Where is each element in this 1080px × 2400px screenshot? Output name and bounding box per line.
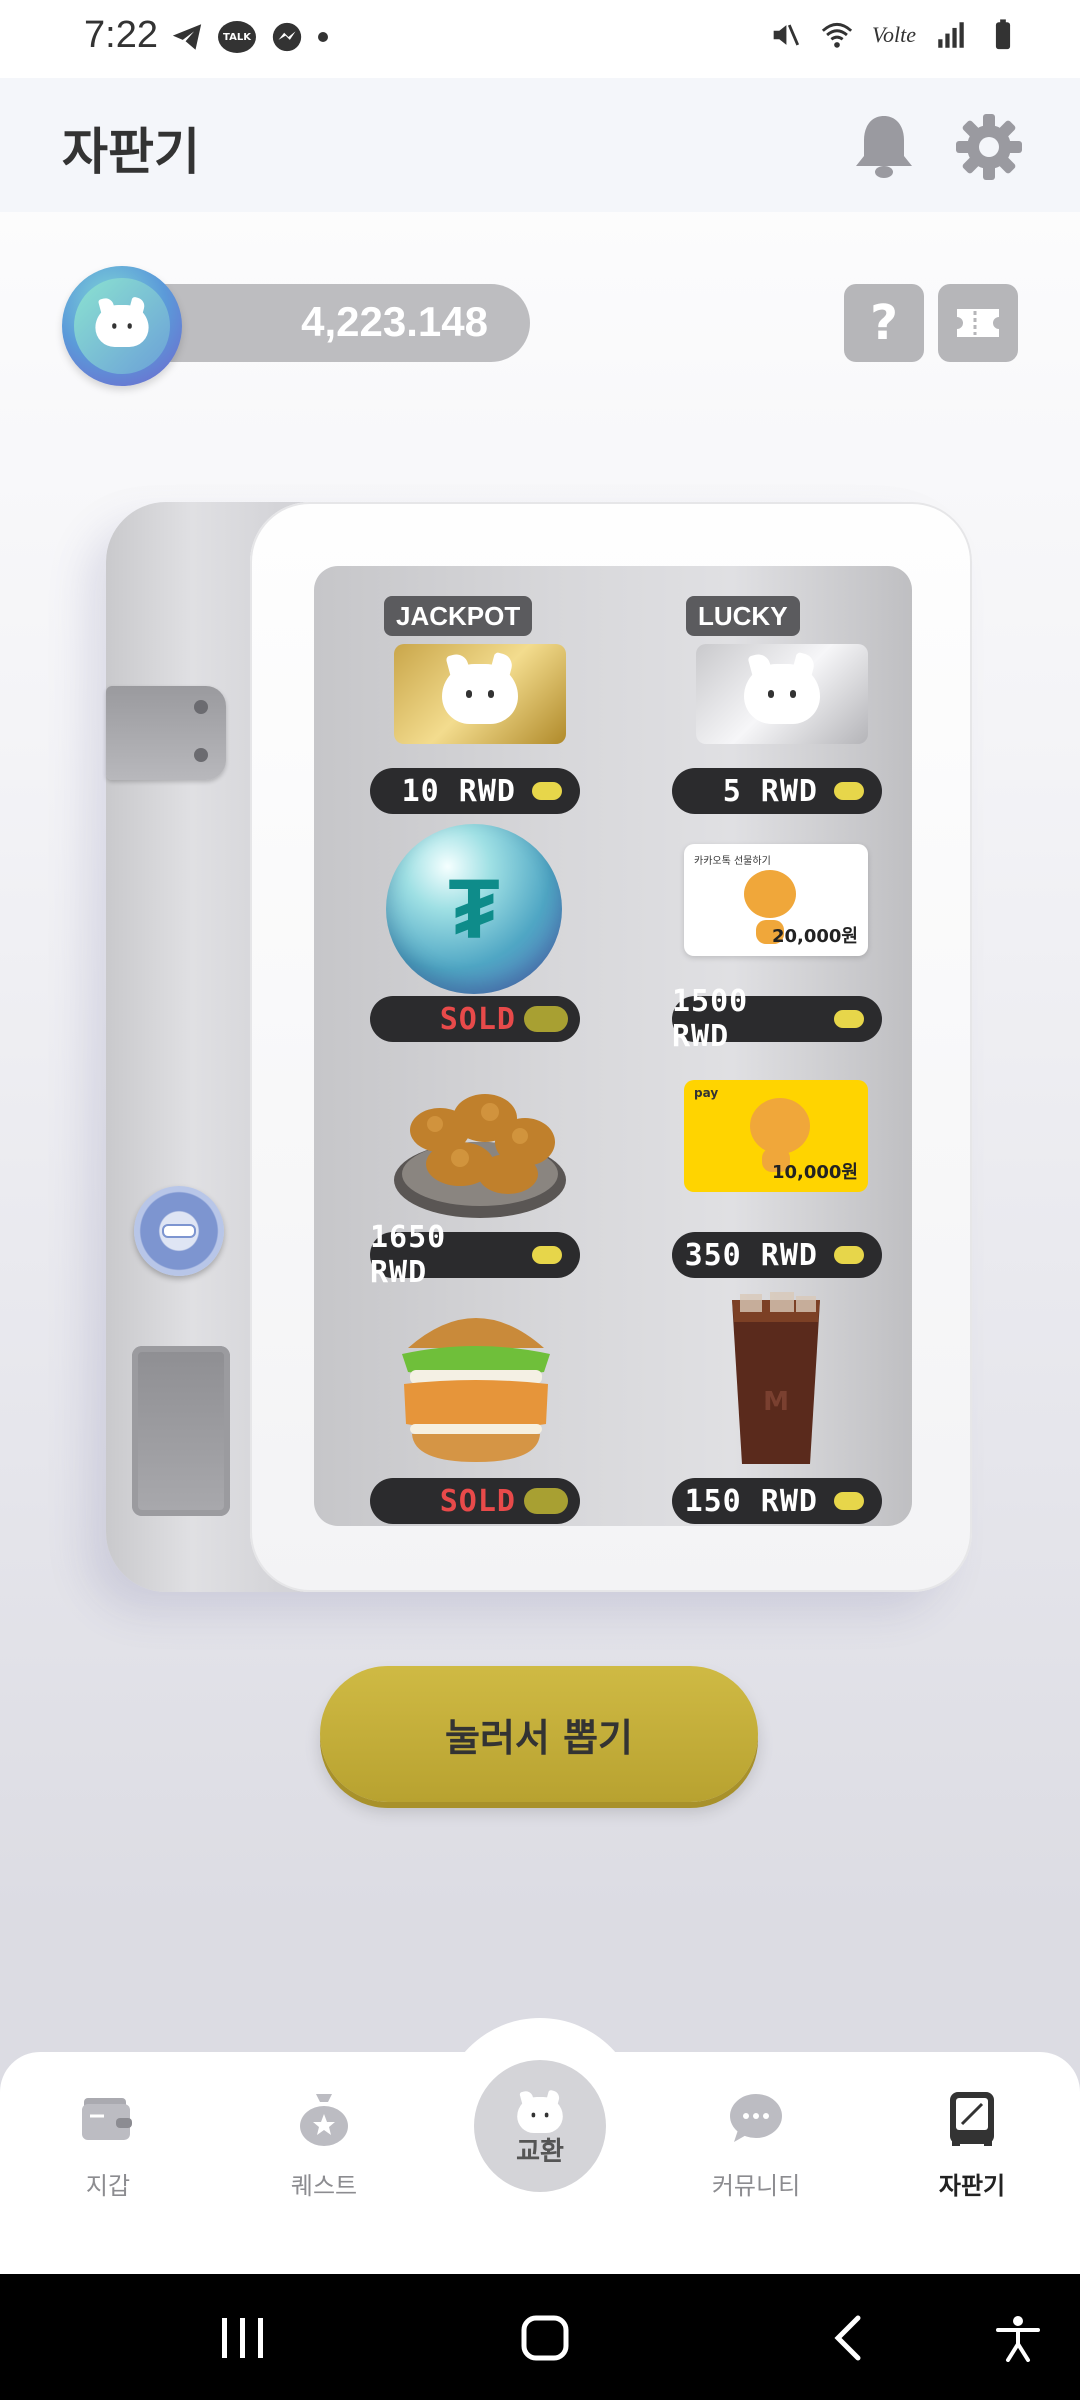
sold-label: SOLD (370, 996, 580, 1042)
wallet-icon (82, 2098, 132, 2140)
telegram-icon (172, 24, 202, 50)
accessibility-icon[interactable] (994, 2314, 1042, 2362)
product-lucky-ticket[interactable]: LUCKY 5 RWD (672, 596, 972, 826)
price-label: 10 RWD (370, 768, 580, 814)
more-notifications-dot (318, 32, 328, 42)
price-label: 150 RWD (672, 1478, 882, 1524)
system-icons: Volte (768, 18, 1020, 52)
kakao-pay-card-image: pay 10,000원 (684, 1080, 868, 1192)
ticket-button[interactable] (938, 284, 1018, 362)
status-bar: 7:22 TALK Volte (0, 0, 1080, 78)
product-jackpot-ticket[interactable]: JACKPOT 10 RWD (370, 596, 670, 826)
balance-value: 4,223.148 (301, 298, 488, 345)
nav-vending-machine[interactable]: 자판기 (902, 2088, 1042, 2201)
nav-wallet[interactable]: 지갑 (38, 2088, 178, 2201)
product-iced-coffee[interactable]: M 150 RWD (672, 1292, 972, 1536)
ticket-icon (957, 309, 999, 337)
silver-ticket-icon (696, 644, 868, 744)
nav-label: 지갑 (85, 2172, 131, 2200)
gold-ticket-icon (394, 644, 566, 744)
product-tether-orb[interactable]: ₮ SOLD (370, 824, 670, 1054)
machine-hinge (106, 686, 226, 780)
product-kakao-gift-card[interactable]: 카카오톡 선물하기 20,000원 1500 RWD (672, 824, 972, 1054)
draw-button[interactable]: 눌러서 뽑기 (320, 1666, 758, 1802)
nav-label: 교환 (516, 2136, 564, 2167)
kakaotalk-icon: TALK (218, 21, 256, 53)
messenger-icon (272, 22, 302, 52)
nav-exchange[interactable]: 교환 (474, 2060, 606, 2192)
nav-community[interactable]: 커뮤니티 (686, 2088, 826, 2201)
sold-label: SOLD (370, 1478, 580, 1524)
dispense-slot (132, 1346, 230, 1516)
page-title: 자판기 (62, 123, 200, 181)
exchange-cat-icon (517, 2096, 563, 2133)
mute-icon (773, 24, 800, 46)
chat-bubble-icon (730, 2094, 782, 2142)
price-label: 350 RWD (672, 1232, 882, 1278)
battery-icon (995, 19, 1011, 50)
vending-machine-icon (950, 2092, 994, 2146)
nav-label: 커뮤니티 (711, 2172, 801, 2200)
home-icon[interactable] (520, 2314, 570, 2362)
bell-icon[interactable] (852, 112, 916, 180)
system-navigation-bar (0, 2274, 1080, 2400)
chicken-burger-image (402, 1318, 550, 1462)
lucky-tag: LUCKY (686, 596, 800, 636)
help-button[interactable]: ? (844, 284, 924, 362)
reward-coin-icon (62, 266, 182, 386)
notification-icons: TALK (170, 20, 328, 54)
app-header: 자판기 (0, 78, 1080, 212)
price-label: 1650 RWD (370, 1220, 580, 1290)
nav-label: 자판기 (938, 2172, 1006, 2200)
signal-icon (938, 22, 964, 48)
product-kakao-pay-card[interactable]: pay 10,000원 350 RWD (672, 1060, 972, 1290)
volte-indicator: Volte (872, 22, 916, 47)
gear-icon[interactable] (954, 112, 1024, 182)
fried-chicken-image (394, 1094, 566, 1218)
product-chicken-burger[interactable]: SOLD (370, 1306, 670, 1536)
kakao-gift-card-image: 카카오톡 선물하기 20,000원 (684, 844, 868, 956)
back-icon[interactable] (830, 2314, 864, 2362)
price-label: 5 RWD (672, 768, 882, 814)
price-label: 1500 RWD (672, 984, 882, 1054)
coin-slot (134, 1186, 224, 1276)
nav-label: 퀘스트 (290, 2172, 358, 2200)
status-time: 7:22 (84, 14, 158, 56)
quest-bag-icon (300, 2094, 348, 2146)
nav-quest[interactable]: 퀘스트 (254, 2088, 394, 2201)
svg-text:M: M (763, 1387, 789, 1417)
jackpot-tag: JACKPOT (384, 596, 533, 636)
wifi-icon (821, 22, 853, 48)
recent-apps-icon[interactable] (220, 2314, 266, 2362)
tether-orb-icon: ₮ (386, 824, 562, 994)
product-fried-chicken[interactable]: 1650 RWD (370, 1060, 670, 1290)
iced-coffee-image: M (732, 1292, 820, 1464)
